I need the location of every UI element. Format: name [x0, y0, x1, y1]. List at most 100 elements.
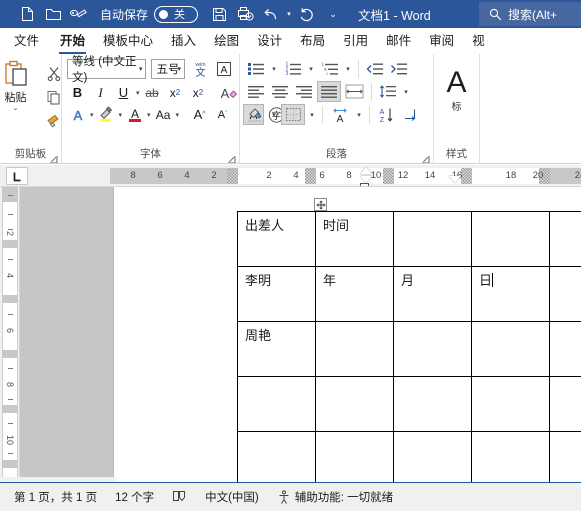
table-cell[interactable]: 月	[393, 266, 472, 322]
table-cell[interactable]	[549, 321, 581, 377]
borders-button[interactable]	[281, 104, 305, 125]
expense-table[interactable]: 出差人 时间 李明 年 月 日 周艳	[237, 211, 581, 482]
ruler-cell-marker-4[interactable]	[461, 168, 472, 184]
print-preview-icon[interactable]	[232, 3, 258, 25]
undo-dropdown-icon[interactable]: ▾	[284, 4, 294, 25]
vruler-row-edge-1[interactable]	[2, 240, 18, 248]
table-cell[interactable]: 出差人	[237, 211, 316, 267]
paste-dropdown-icon[interactable]: ⌄	[13, 105, 19, 112]
copy-icon[interactable]	[43, 87, 64, 108]
increase-indent-icon[interactable]	[388, 58, 410, 79]
horizontal-ruler[interactable]: 8 6 4 2 2 4 6 8 10 12 14 16 18 20 24	[0, 165, 581, 187]
phonetic-guide-icon[interactable]: wén 文	[190, 58, 211, 79]
table-row[interactable]: 李明 年 月 日	[237, 266, 581, 322]
justify-button[interactable]	[317, 81, 341, 102]
table-row[interactable]	[237, 431, 581, 482]
proofing-status[interactable]	[172, 490, 187, 504]
table-cell[interactable]	[393, 376, 472, 432]
font-name-input[interactable]: 等线 (中文正文) ▾	[67, 56, 147, 84]
vruler-row-edge-3[interactable]	[2, 350, 18, 358]
ruler-track[interactable]: 8 6 4 2 2 4 6 8 10 12 14 16 18 20 24	[110, 168, 581, 184]
font-color-dropdown-icon[interactable]: ▾	[147, 104, 151, 125]
table-cell[interactable]	[393, 211, 472, 267]
table-cell[interactable]	[549, 431, 581, 482]
cut-icon[interactable]	[43, 63, 64, 84]
tab-layout[interactable]: 布局	[291, 28, 334, 54]
change-case-icon[interactable]: Aa	[153, 104, 174, 125]
italic-button[interactable]: I	[90, 82, 111, 103]
ruler-left-margin[interactable]	[110, 168, 227, 184]
bullets-icon[interactable]	[245, 58, 267, 79]
font-size-dropdown-icon[interactable]: ▾	[177, 65, 181, 73]
redo-icon[interactable]	[294, 3, 320, 25]
search-box[interactable]: 搜索(Alt+	[479, 2, 581, 26]
text-highlight-dropdown-icon[interactable]: ▾	[119, 104, 123, 125]
text-highlight-icon[interactable]	[96, 104, 117, 125]
table-cell[interactable]	[471, 376, 550, 432]
bold-button[interactable]: B	[67, 82, 88, 103]
document-page[interactable]: 出差人 时间 李明 年 月 日 周艳	[113, 187, 581, 482]
table-cell[interactable]	[315, 321, 394, 377]
vruler-row-edge-2[interactable]	[2, 295, 18, 303]
numbering-dropdown-icon[interactable]: ▾	[306, 58, 316, 79]
tab-insert[interactable]: 插入	[162, 28, 205, 54]
clear-formatting-icon[interactable]: A	[219, 82, 240, 103]
table-row[interactable]	[237, 376, 581, 432]
distribute-icon[interactable]	[343, 81, 366, 102]
right-indent-marker[interactable]	[449, 176, 461, 183]
table-cell[interactable]	[471, 321, 550, 377]
font-color-icon[interactable]: A	[124, 104, 145, 125]
table-row[interactable]: 周艳	[237, 321, 581, 377]
table-cell[interactable]	[393, 321, 472, 377]
table-cell[interactable]	[471, 211, 550, 267]
table-cell[interactable]	[549, 211, 581, 267]
table-cell[interactable]	[393, 431, 472, 482]
table-cell[interactable]	[237, 431, 316, 482]
ruler-cell-marker-2[interactable]	[305, 168, 316, 184]
tab-home[interactable]: 开始	[51, 28, 94, 54]
word-count[interactable]: 12 个字	[115, 489, 154, 505]
tab-view[interactable]: 视	[463, 28, 494, 54]
quick-print-icon[interactable]	[66, 3, 92, 25]
format-painter-icon[interactable]	[43, 111, 64, 132]
vruler-row-edge-5[interactable]	[2, 460, 18, 468]
tab-review[interactable]: 审阅	[420, 28, 463, 54]
line-spacing-dropdown-icon[interactable]: ▾	[401, 81, 411, 102]
bullets-dropdown-icon[interactable]: ▾	[269, 58, 279, 79]
shrink-font-icon[interactable]: Aˇ	[212, 104, 233, 125]
paragraph-dialog-launcher-icon[interactable]	[421, 151, 430, 163]
subscript-button[interactable]: x2	[165, 82, 186, 103]
vertical-ruler[interactable]: 2 4 6 8 10 12	[0, 187, 20, 482]
shading-dropdown-icon[interactable]: ▾	[269, 104, 279, 125]
style-preview-icon[interactable]: A	[446, 68, 466, 98]
change-case-dropdown-icon[interactable]: ▾	[176, 104, 180, 125]
borders-dropdown-icon[interactable]: ▾	[307, 104, 317, 125]
text-effects-dropdown-icon[interactable]: ▾	[90, 104, 94, 125]
tab-template-center[interactable]: 模板中心	[94, 28, 162, 54]
undo-icon[interactable]	[258, 3, 284, 25]
new-document-icon[interactable]	[14, 3, 40, 25]
tab-references[interactable]: 引用	[334, 28, 377, 54]
asian-layout-icon[interactable]: A	[328, 104, 352, 125]
font-dialog-launcher-icon[interactable]	[227, 151, 236, 163]
open-folder-icon[interactable]	[40, 3, 66, 25]
table-cell[interactable]	[237, 376, 316, 432]
document-canvas[interactable]: 出差人 时间 李明 年 月 日 周艳	[20, 187, 581, 482]
grow-font-icon[interactable]: A ^	[189, 104, 210, 125]
multilevel-list-icon[interactable]: 1 a i	[318, 58, 341, 79]
save-icon[interactable]	[206, 3, 232, 25]
table-cell[interactable]: 年	[315, 266, 394, 322]
table-cell[interactable]	[549, 266, 581, 322]
hanging-indent-marker[interactable]	[360, 176, 372, 183]
tab-design[interactable]: 设计	[248, 28, 291, 54]
ruler-cell-marker-3[interactable]	[383, 168, 394, 184]
clipboard-dialog-launcher-icon[interactable]	[49, 151, 58, 163]
table-move-handle[interactable]	[314, 198, 327, 211]
superscript-button[interactable]: x2	[188, 82, 209, 103]
align-right-icon[interactable]	[293, 81, 315, 102]
page-indicator[interactable]: 第 1 页，共 1 页	[14, 489, 97, 505]
table-cell-active[interactable]: 日	[471, 266, 550, 322]
line-spacing-icon[interactable]	[377, 81, 399, 102]
align-left-icon[interactable]	[245, 81, 267, 102]
strikethrough-button[interactable]: ab	[142, 82, 163, 103]
